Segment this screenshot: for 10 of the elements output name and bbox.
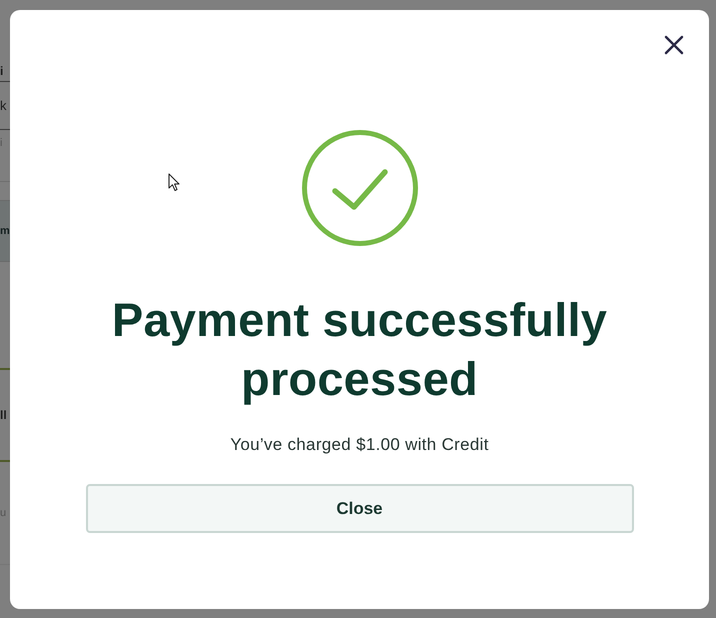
mouse-pointer-icon [168, 173, 180, 192]
dialog-title: Payment successfully processed [110, 292, 608, 407]
check-circle-icon [302, 130, 418, 246]
dialog-message: You’ve charged $1.00 with Credit [230, 434, 489, 456]
background-text: m [0, 226, 10, 236]
background-text: k [0, 99, 6, 112]
background-text: ll [0, 409, 7, 421]
close-icon[interactable] [664, 35, 684, 55]
close-button[interactable]: Close [86, 484, 634, 533]
background-text: i [0, 65, 4, 77]
